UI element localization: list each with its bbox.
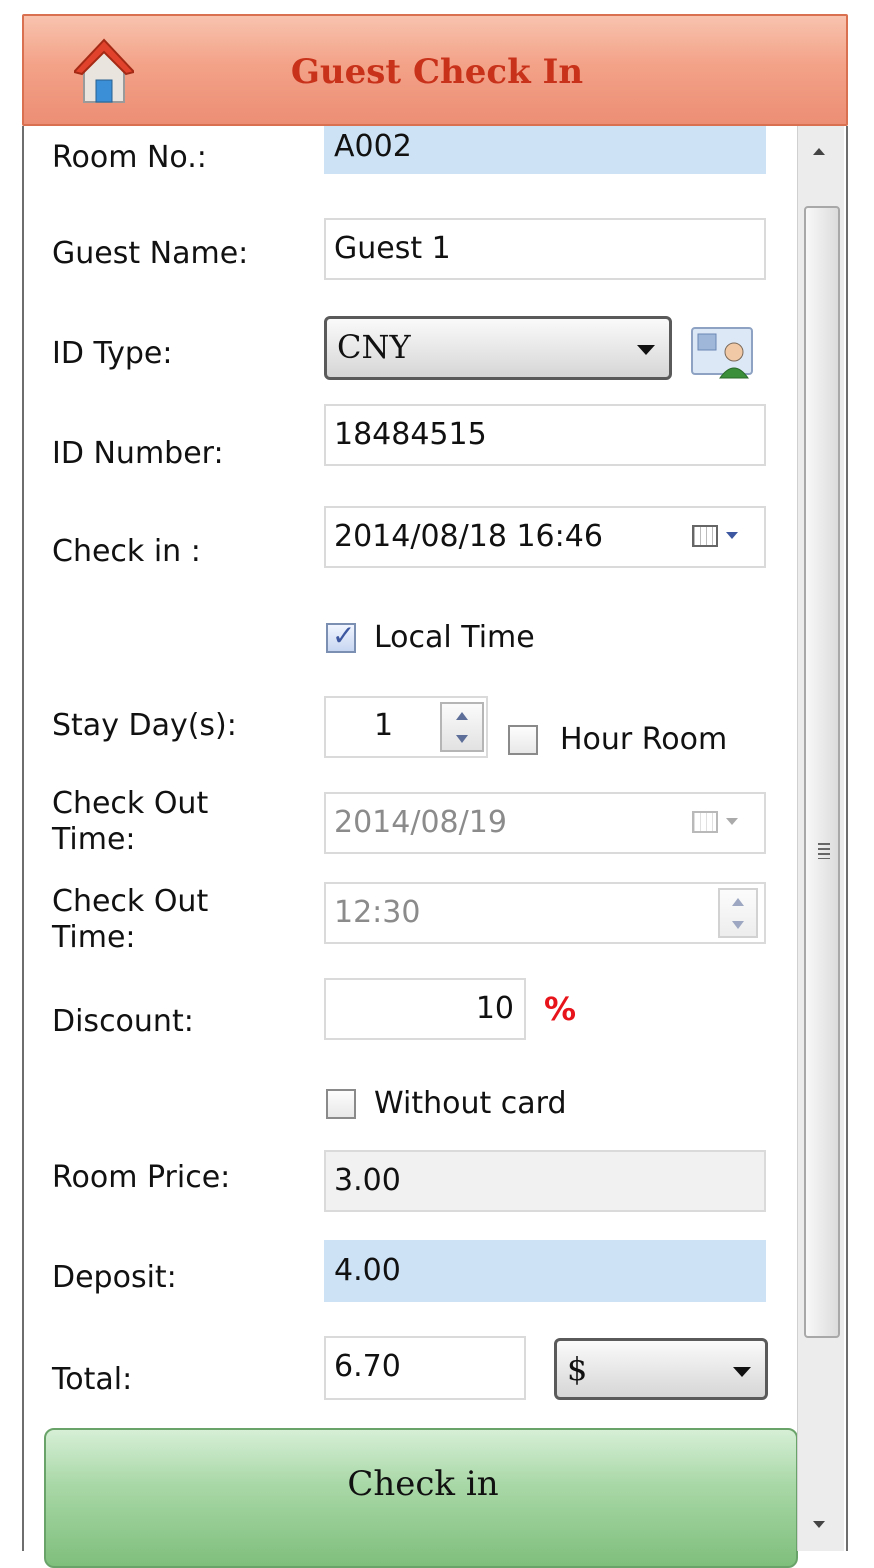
checkout-date-value: 2014/08/19 (334, 805, 507, 840)
total-field[interactable]: 6.70 (324, 1336, 526, 1400)
spin-up-button[interactable] (442, 704, 482, 727)
spin-up-button (720, 890, 756, 913)
arrow-down-icon (732, 920, 744, 929)
checkout-time-spinner (718, 888, 758, 938)
stay-days-spinner[interactable] (440, 702, 484, 752)
guest-name-label: Guest Name: (52, 236, 249, 271)
chevron-down-icon (733, 1367, 751, 1377)
check-in-datetime-input[interactable]: 2014/08/18 16:46 (324, 506, 766, 568)
id-card-reader-icon[interactable] (690, 324, 756, 380)
checkout-date-label: Check Out Time: (52, 786, 209, 857)
discount-label: Discount: (52, 1004, 194, 1039)
discount-input[interactable]: 10 (324, 978, 526, 1040)
grip-icon (818, 843, 830, 859)
arrow-up-icon (732, 897, 744, 906)
chevron-down-icon (726, 818, 738, 825)
vertical-scrollbar[interactable] (797, 126, 844, 1551)
scrollbar-thumb[interactable] (804, 206, 840, 1338)
header-bar: Guest Check In (22, 14, 848, 126)
checkout-time-label: Check Out Time: (52, 884, 209, 955)
chevron-down-icon (637, 345, 655, 355)
spin-down-button (720, 913, 756, 936)
room-price-field: 3.00 (324, 1150, 766, 1212)
guest-name-input[interactable]: Guest 1 (324, 218, 766, 280)
calendar-icon[interactable] (692, 525, 718, 547)
without-card-checkbox[interactable] (326, 1089, 356, 1119)
room-price-label: Room Price: (52, 1160, 231, 1195)
check-in-button[interactable]: Check in (44, 1428, 798, 1568)
check-in-label: Check in : (52, 534, 201, 569)
spin-down-button[interactable] (442, 727, 482, 750)
calendar-icon (692, 811, 718, 833)
hour-room-label: Hour Room (560, 722, 728, 757)
local-time-label: Local Time (374, 620, 535, 655)
page-title: Guest Check In (290, 52, 584, 92)
check-in-datetime-value: 2014/08/18 16:46 (334, 519, 603, 554)
checkout-time-value: 12:30 (334, 895, 421, 930)
checkout-time-input: 12:30 (324, 882, 766, 944)
stay-days-label: Stay Day(s): (52, 708, 237, 743)
id-type-label: ID Type: (52, 336, 173, 371)
id-type-select[interactable]: CNY (324, 316, 672, 380)
currency-selected: $ (567, 1350, 588, 1388)
without-card-label: Without card (374, 1086, 567, 1121)
arrow-up-icon (456, 711, 468, 720)
chevron-down-icon[interactable] (726, 532, 738, 539)
check-icon: ✓ (332, 619, 356, 652)
checkout-date-input: 2014/08/19 (324, 792, 766, 854)
local-time-checkbox[interactable]: ✓ (326, 619, 356, 653)
hour-room-checkbox[interactable] (508, 725, 538, 755)
scroll-down-arrow-icon[interactable] (813, 1521, 825, 1528)
arrow-down-icon (456, 734, 468, 743)
stay-days-value: 1 (374, 708, 394, 743)
scroll-up-arrow-icon[interactable] (813, 148, 825, 155)
total-label: Total: (52, 1362, 133, 1397)
id-type-selected: CNY (337, 328, 411, 366)
check-in-button-label: Check in (347, 1464, 499, 1504)
currency-select[interactable]: $ (554, 1338, 768, 1400)
deposit-label: Deposit: (52, 1260, 177, 1295)
form-panel: Room No.: A002 Guest Name: Guest 1 ID Ty… (22, 126, 848, 1551)
discount-percent: % (544, 990, 577, 1028)
room-no-label: Room No.: (52, 140, 207, 175)
deposit-input[interactable]: 4.00 (324, 1240, 766, 1302)
id-number-label: ID Number: (52, 436, 224, 471)
room-no-field[interactable]: A002 (324, 126, 766, 174)
id-number-input[interactable]: 18484515 (324, 404, 766, 466)
